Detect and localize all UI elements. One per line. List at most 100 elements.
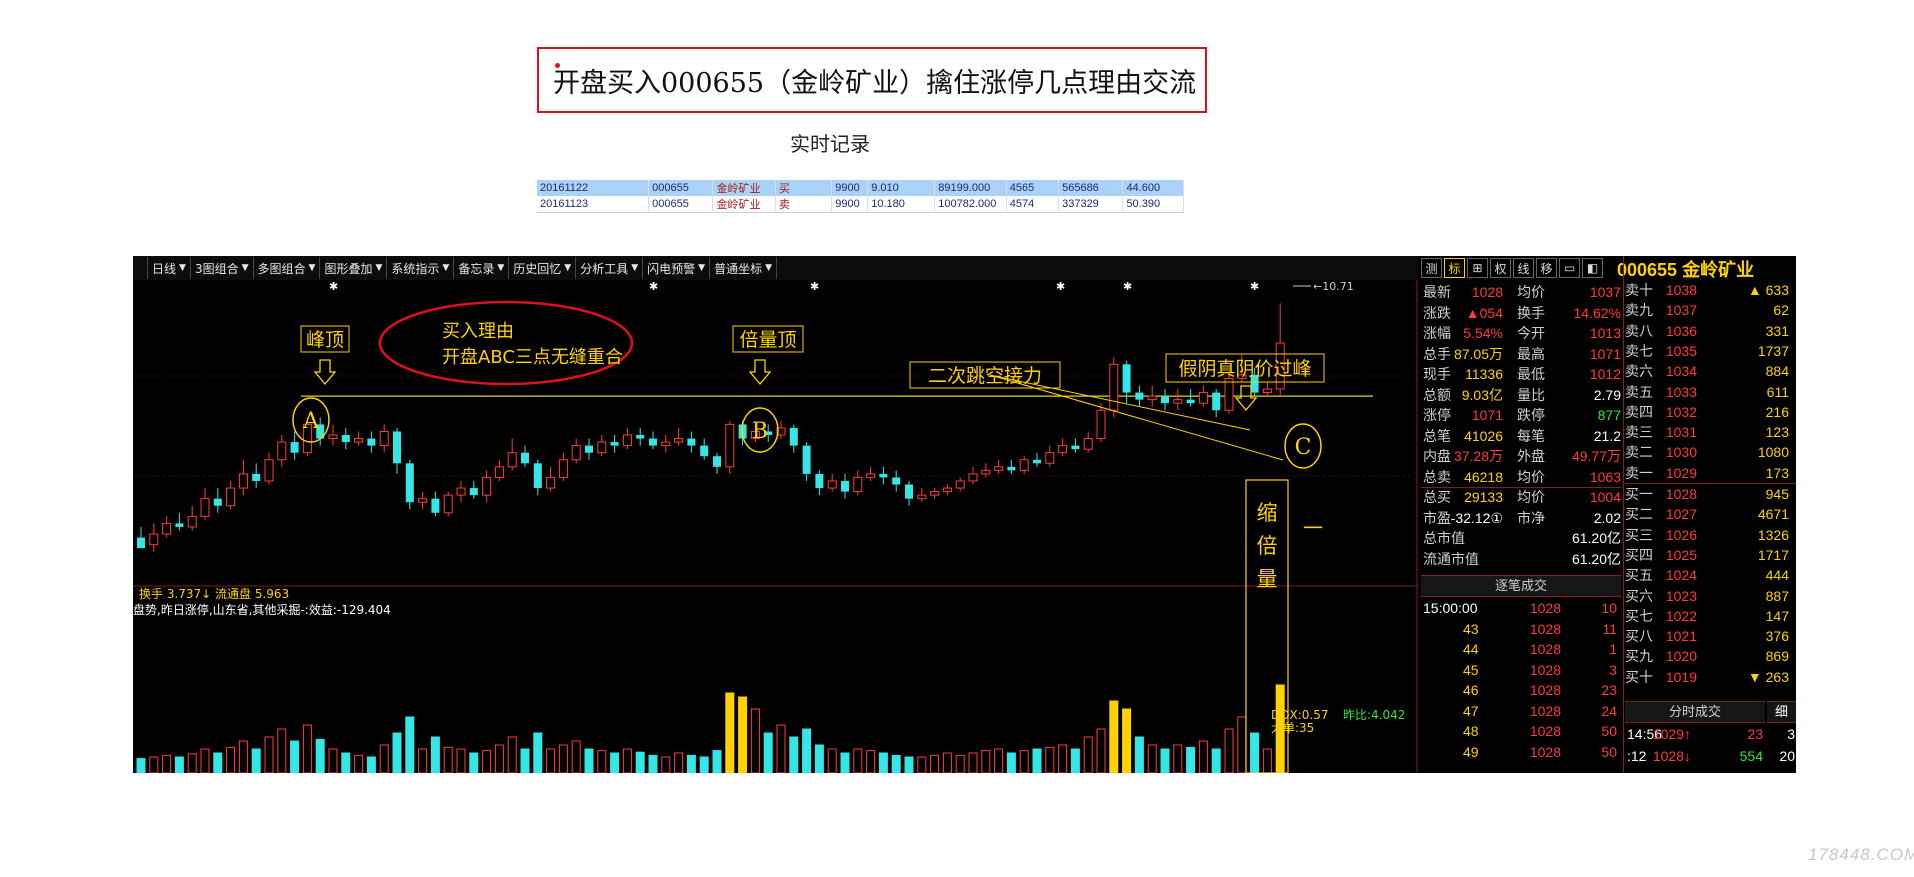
quote-tab-4[interactable]: 线 bbox=[1513, 258, 1534, 278]
order-row[interactable]: 卖八 1036 331 bbox=[1625, 321, 1795, 342]
order-row[interactable]: 卖五 1033 611 bbox=[1625, 382, 1795, 403]
volume-bar bbox=[1160, 748, 1170, 773]
volume-bar bbox=[955, 754, 965, 773]
order-label: 卖十 bbox=[1625, 282, 1653, 298]
order-row[interactable]: 卖十 1038 ▲ 633 bbox=[1625, 280, 1795, 301]
order-row[interactable]: 卖一 1029 173 bbox=[1625, 463, 1795, 484]
quote-label: 内盘 bbox=[1423, 448, 1451, 464]
quote-value: -32.12① bbox=[1450, 509, 1503, 526]
trade-row: 20161123 000655 金岭矿业卖 9900 10.180 100782.000 4… bbox=[537, 196, 1184, 213]
toolbar-item-label: 备忘录 bbox=[458, 261, 495, 276]
order-row[interactable]: 买六 1023 887 bbox=[1625, 586, 1795, 607]
quote-tab-3[interactable]: 权 bbox=[1490, 258, 1511, 278]
volume-bar bbox=[827, 748, 837, 773]
quote-label-2: 跌停 bbox=[1517, 407, 1545, 423]
peak-label: 峰顶 bbox=[300, 325, 350, 353]
order-price: 1020 bbox=[1665, 648, 1697, 665]
minute-row: 14:56 1029↑ 23 3 bbox=[1627, 724, 1795, 745]
order-row[interactable]: 买四 1025 1717 bbox=[1625, 545, 1795, 566]
tick-header[interactable]: 逐笔成交 bbox=[1421, 575, 1621, 597]
tick-row: 49 1028 50 bbox=[1423, 742, 1619, 763]
order-price: 1032 bbox=[1665, 403, 1697, 420]
toolbar-item-2[interactable]: 多图组合 ▼ bbox=[254, 257, 321, 279]
quote-row: 总市值 61.20亿 bbox=[1423, 528, 1621, 549]
volume-bar bbox=[494, 744, 504, 773]
volume-bar bbox=[558, 744, 568, 773]
order-row[interactable]: 卖六 1034 884 bbox=[1625, 361, 1795, 382]
tick-qty: 3 bbox=[1609, 661, 1617, 678]
toolbar-item-5[interactable]: 备忘录 ▼ bbox=[454, 257, 510, 279]
quote-tab-1[interactable]: 标 bbox=[1444, 258, 1465, 278]
quote-tab-2[interactable]: ⊞ bbox=[1467, 258, 1488, 278]
event-star-icon: ✱ bbox=[810, 280, 819, 293]
quote-tab-0[interactable]: 测 bbox=[1421, 258, 1442, 278]
order-label: 卖六 bbox=[1625, 363, 1653, 380]
order-row[interactable]: 买七 1022 147 bbox=[1625, 606, 1795, 627]
quote-value-2: 14.62% bbox=[1573, 304, 1621, 321]
quote-tab-6[interactable]: ▭ bbox=[1559, 258, 1580, 278]
watermark: 178448.COM bbox=[1808, 845, 1914, 864]
toolbar-item-6[interactable]: 历史回忆 ▼ bbox=[509, 257, 577, 279]
quote-label: 总卖 bbox=[1423, 468, 1451, 485]
order-row[interactable]: 卖七 1035 1737 bbox=[1625, 341, 1795, 362]
order-row[interactable]: 买一 1028 945 bbox=[1625, 484, 1795, 505]
order-label: 卖二 bbox=[1625, 444, 1653, 461]
quote-value: 46218 bbox=[1464, 468, 1503, 485]
order-row[interactable]: 买九 1020 869 bbox=[1625, 646, 1795, 667]
toolbar-item-4[interactable]: 系统指示 ▼ bbox=[387, 257, 455, 279]
volume-bar bbox=[1032, 748, 1042, 773]
volume-bar bbox=[725, 692, 735, 773]
volume-bar bbox=[251, 748, 261, 773]
volume-bar bbox=[853, 748, 863, 773]
quote-value: 37.28万 bbox=[1453, 448, 1503, 464]
volume-bar bbox=[1006, 752, 1016, 773]
order-price: 1033 bbox=[1665, 383, 1697, 400]
expand-more-button[interactable]: 细 bbox=[1767, 701, 1796, 723]
tick-time: 48 bbox=[1463, 723, 1479, 739]
order-row[interactable]: 买二 1027 4671 bbox=[1625, 504, 1795, 525]
quote-label-2: 外盘 bbox=[1517, 448, 1545, 464]
toolbar-item-8[interactable]: 闪电预警 ▼ bbox=[643, 257, 711, 279]
order-price: 1029 bbox=[1665, 464, 1697, 481]
order-row[interactable]: 买五 1024 444 bbox=[1625, 565, 1795, 586]
tick-row: 43 1028 11 bbox=[1423, 619, 1619, 640]
toolbar-item-9[interactable]: 普通坐标 ▼ bbox=[710, 257, 777, 279]
order-row[interactable]: 买十 1019 ▼ 263 bbox=[1625, 667, 1795, 688]
order-row[interactable]: 买八 1021 376 bbox=[1625, 626, 1795, 647]
gap-relay-label: 二次跳空接力 bbox=[909, 361, 1061, 389]
volume-bar bbox=[277, 728, 287, 773]
trade-record-table: 20161122 000655 金岭矿业买 9900 9.010 89199.000 456… bbox=[537, 180, 1184, 213]
toolbar-item-3[interactable]: 图形叠加 ▼ bbox=[320, 257, 388, 279]
quote-label: 总手 bbox=[1423, 345, 1451, 362]
kline-chart[interactable]: ✱ ✱ ✱ ✱ ✱ ✱ 换手 3.737↓ 流通盘 5.963盘势,昨日涨停,山东省,其他采… bbox=[133, 280, 1418, 773]
volume-bar bbox=[1147, 744, 1157, 773]
tick-price: 1028 bbox=[1529, 661, 1561, 678]
toolbar-item-7[interactable]: 分析工具 ▼ bbox=[576, 257, 644, 279]
toolbar-item-label: 历史回忆 bbox=[513, 261, 562, 276]
quote-tab-5[interactable]: 移 bbox=[1536, 258, 1557, 278]
volume-bar bbox=[200, 748, 210, 773]
order-row[interactable]: 买三 1026 1326 bbox=[1625, 525, 1795, 546]
volume-bar bbox=[1134, 736, 1144, 773]
order-row[interactable]: 卖二 1030 1080 bbox=[1625, 442, 1795, 463]
order-row[interactable]: 卖四 1032 216 bbox=[1625, 402, 1795, 423]
order-row[interactable]: 卖三 1031 123 bbox=[1625, 422, 1795, 443]
volume-bar bbox=[866, 750, 876, 773]
volume-bar bbox=[917, 756, 927, 773]
order-label: 买一 bbox=[1625, 486, 1653, 502]
order-qty: 1326 bbox=[1757, 526, 1789, 543]
toolbar-item-label: 日线 bbox=[152, 261, 177, 276]
volume-bar bbox=[482, 750, 492, 773]
quote-tab-7[interactable]: ◧ bbox=[1582, 258, 1603, 278]
order-label: 买七 bbox=[1625, 607, 1653, 624]
volume-bar bbox=[776, 724, 786, 773]
minute-header[interactable]: 分时成交 bbox=[1625, 701, 1765, 723]
toolbar-item-1[interactable]: 3图组合 ▼ bbox=[191, 257, 254, 279]
toolbar-item-0[interactable]: 日线 ▼ bbox=[148, 257, 191, 279]
volume-bar bbox=[1083, 736, 1093, 773]
quote-label: 总市值 bbox=[1423, 530, 1465, 546]
volume-bar bbox=[456, 748, 466, 773]
svg-text:C: C bbox=[1295, 435, 1312, 460]
order-row[interactable]: 卖九 1037 62 bbox=[1625, 300, 1795, 321]
volume-bar bbox=[136, 758, 146, 773]
